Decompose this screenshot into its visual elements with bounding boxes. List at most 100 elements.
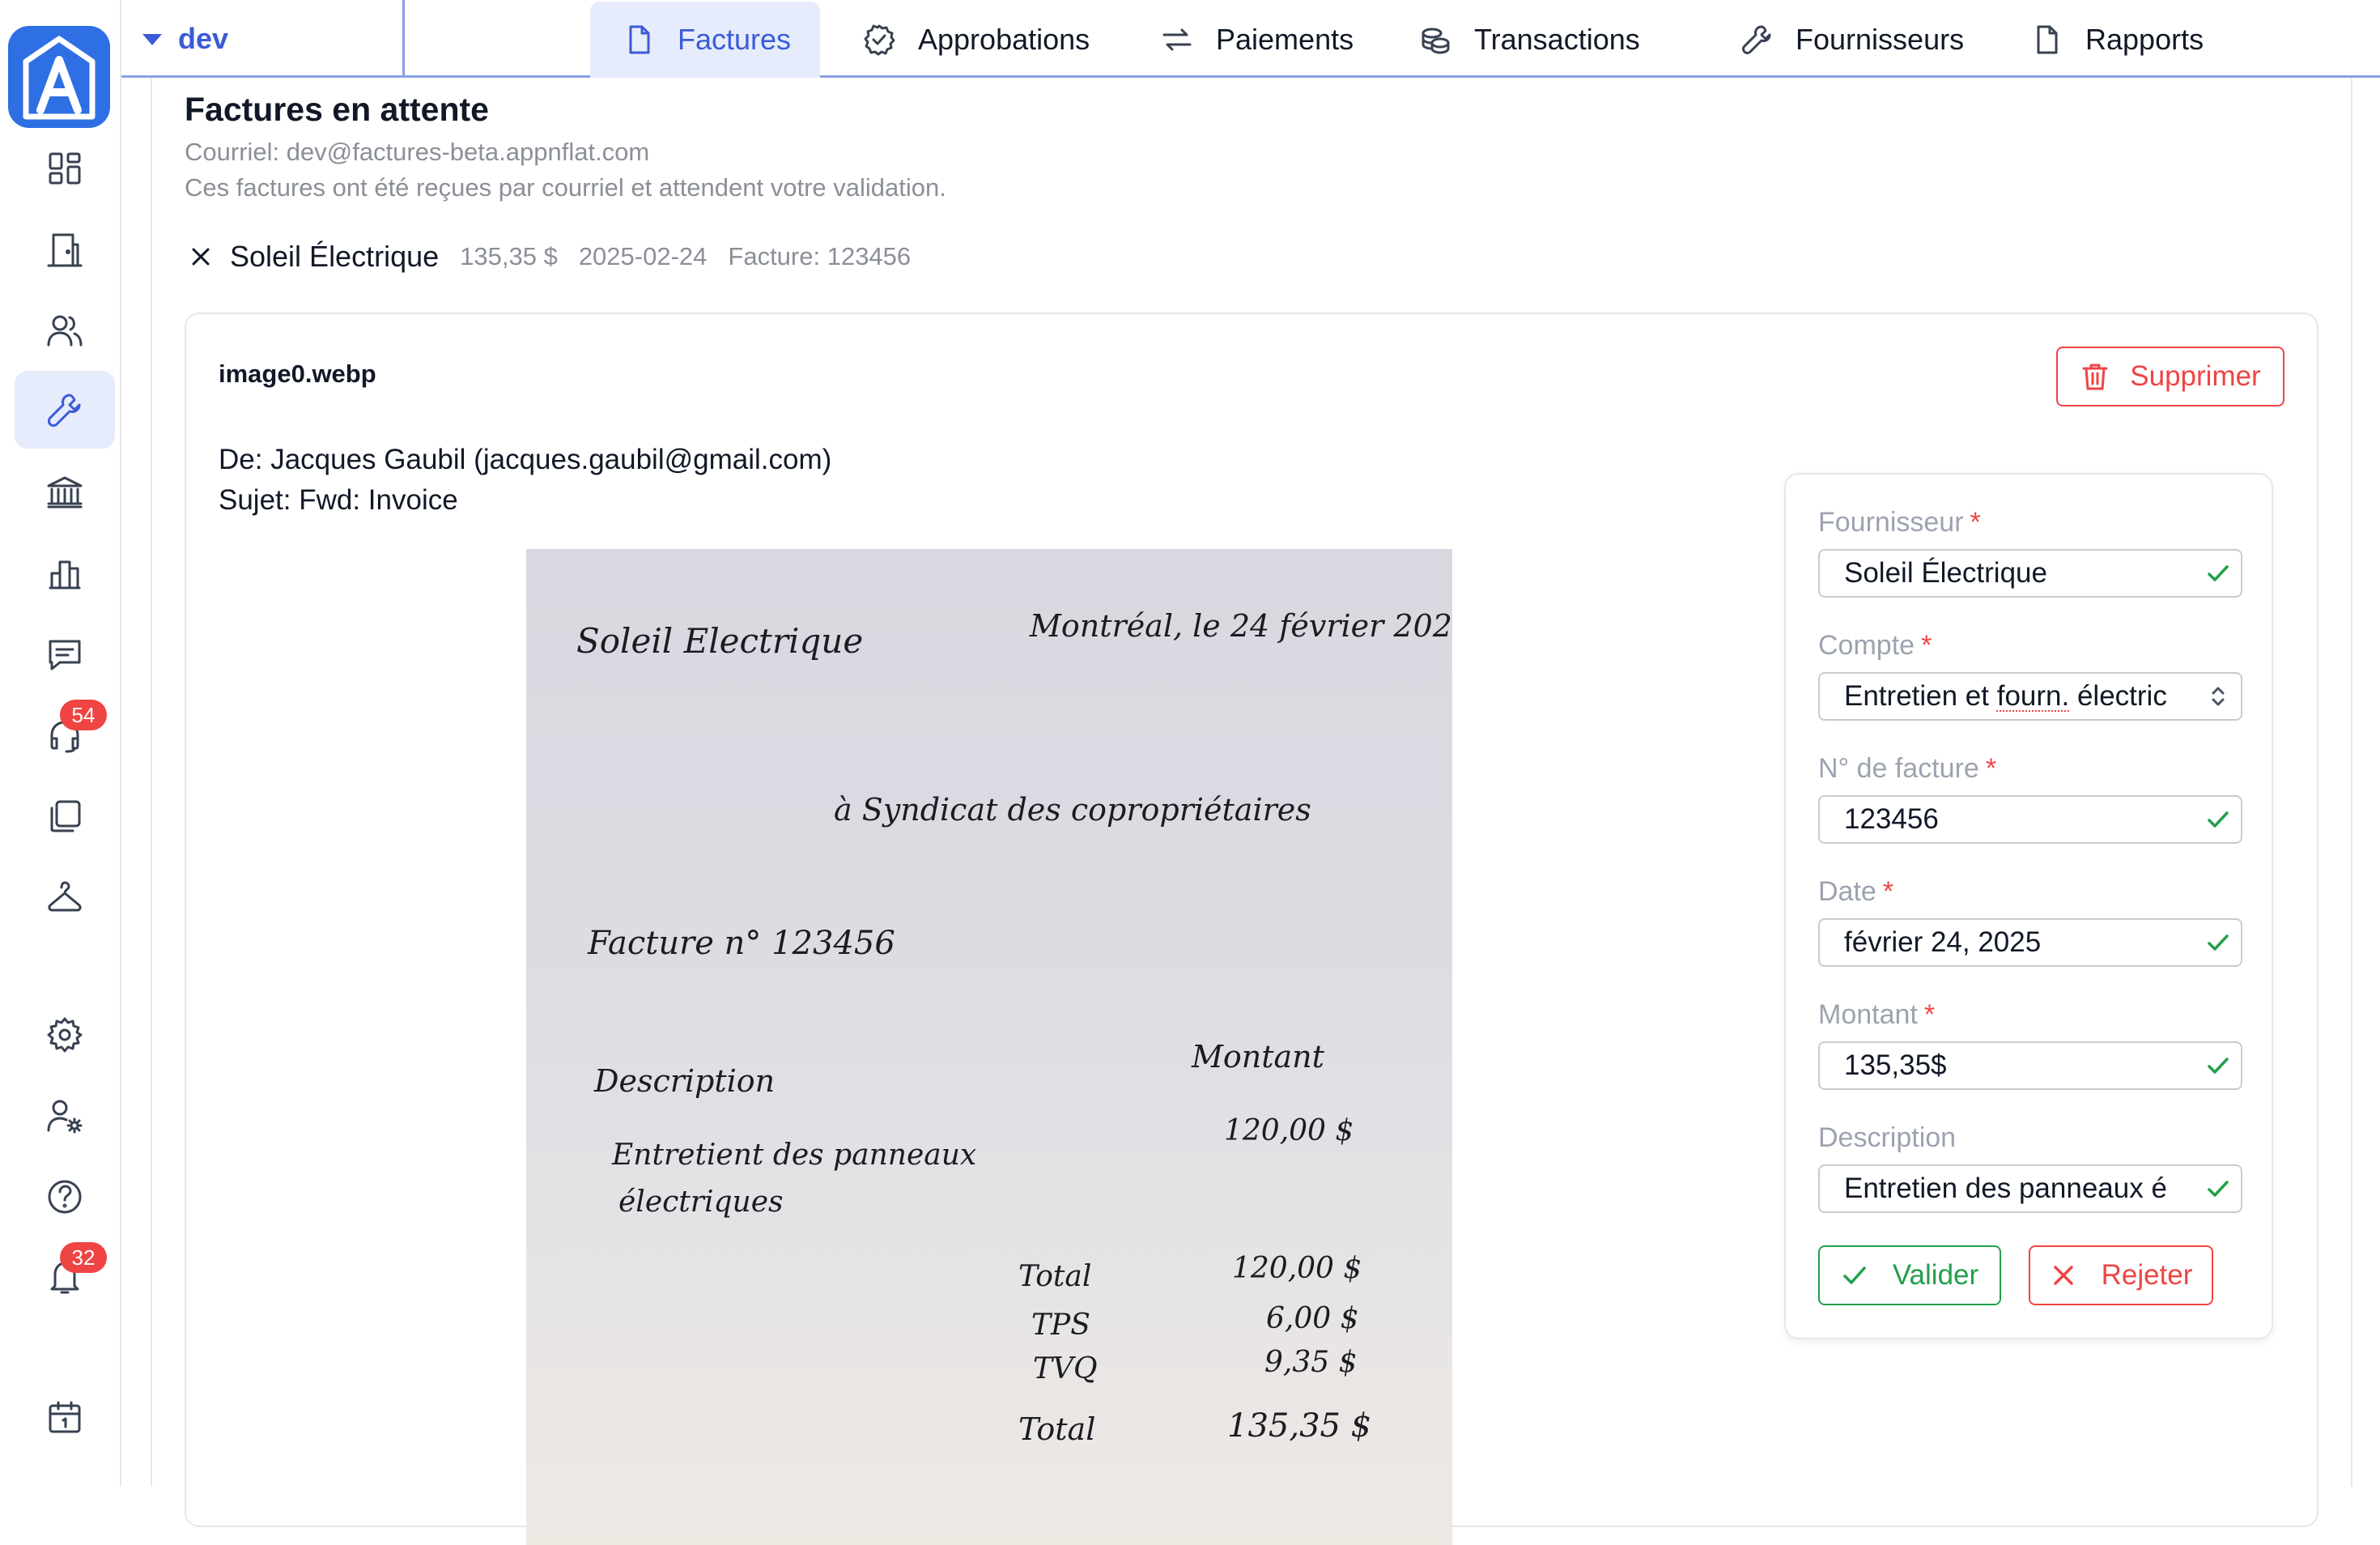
file-icon [2037,25,2058,54]
tab-label: Rapports [2085,23,2204,56]
sidebar-item-settings[interactable] [15,996,115,1074]
tab-approbations[interactable]: Approbations [831,2,1119,78]
scan-line-desc-1: Entretient des panneaux [611,1139,976,1172]
email-subject: Sujet: Fwd: Invoice [219,484,458,516]
tab-paiements[interactable]: Paiements [1128,2,1383,78]
tab-transactions[interactable]: Transactions [1387,2,1669,78]
chip-vendor: Soleil Électrique [230,240,440,273]
numero-field[interactable]: 123456 [1818,795,2242,844]
invoice-card: image0.webp Supprimer De: Jacques Gaubil… [185,313,2318,1545]
invoice-form: Fournisseur * Soleil Électrique Compte * E… [1784,473,2273,1339]
scan-grand-total-value: 135,35 $ [1227,1407,1371,1445]
page-description: Ces factures ont été reçues par courriel… [185,173,946,202]
sidebar-item-reports[interactable] [15,534,115,612]
scan-tvq-value: 9,35 $ [1264,1346,1358,1379]
check-icon [2195,920,2241,965]
delete-label: Supprimer [2130,360,2261,392]
check-icon [2195,1166,2241,1211]
tab-fournisseurs[interactable]: Fournisseurs [1708,2,1993,78]
bank-icon [47,476,83,509]
wrench-icon [48,394,81,427]
x-icon [2053,1266,2073,1285]
page-title: Factures en attente [185,91,489,128]
building-icon [47,233,83,267]
compte-value: Entretien et fourn. électric [1844,680,2167,712]
calendar-icon [49,1401,81,1433]
chip-date: 2025-02-24 [578,242,708,270]
description-field[interactable]: Entretien des panneaux é [1818,1164,2242,1213]
chevron-up-down-icon [2195,674,2241,719]
sidebar-item-account[interactable] [15,1077,115,1155]
validate-button[interactable]: Valider [1818,1245,2001,1305]
date-field[interactable]: février 24, 2025 [1818,918,2242,967]
scan-tps-label: TPS [1031,1309,1090,1342]
help-icon [48,1180,82,1214]
invoice-image: Soleil Electrique Montréal, le 24 févrie… [576,608,1452,1447]
app-logo[interactable] [8,26,110,128]
sidebar-item-help[interactable] [15,1158,115,1236]
scan-grand-total-label: Total [1018,1411,1095,1447]
tab-factures[interactable]: Factures [590,2,821,78]
documents-icon [50,800,81,832]
reject-button[interactable]: Rejeter [2029,1245,2213,1305]
tab-rapports[interactable]: Rapports [1998,2,2233,78]
chip-invoice-number: Facture: 123456 [728,242,912,270]
selected-invoice-chip: Soleil Électrique 135,35 $ 2025-02-24 Fa… [189,236,932,277]
sidebar-item-support[interactable]: 54 [15,696,115,774]
sidebar-item-lost-found[interactable] [15,858,115,936]
dashboard-icon [49,152,81,185]
montant-value: 135,35$ [1844,1049,1947,1081]
tab-label: Transactions [1474,23,1640,56]
scan-total-label: Total [1018,1260,1091,1293]
users-icon [47,315,83,347]
support-badge: 54 [60,700,107,730]
sidebar-item-calendar[interactable] [15,1378,115,1456]
sidebar-item-dashboard[interactable] [15,130,115,207]
sidebar-item-notifications[interactable]: 32 [15,1237,115,1315]
fournisseur-label: Fournisseur * [1818,507,1981,538]
scan-place-date: Montréal, le 24 février 2025 [1029,608,1452,644]
check-icon [1843,1266,1866,1284]
sidebar-item-buildings[interactable] [15,211,115,288]
sidebar-item-documents[interactable] [15,777,115,855]
scan-recipient: à Syndicat des copropriétaires [834,792,1311,828]
scan-invoice-number: Facture n° 123456 [587,925,895,962]
scan-tps-value: 6,00 $ [1266,1302,1359,1335]
org-name: dev [178,22,229,55]
sidebar-item-messages[interactable] [15,615,115,693]
montant-field[interactable]: 135,35$ [1818,1041,2242,1090]
arrows-icon [1162,28,1192,51]
sidebar: 54 32 [0,0,121,1487]
scan-tvq-label: TVQ [1033,1352,1098,1385]
check-icon [2195,797,2241,842]
tab-label: Approbations [918,23,1090,56]
fournisseur-field[interactable]: Soleil Électrique [1818,549,2242,598]
user-settings-icon [47,1100,83,1134]
tab-label: Paiements [1216,23,1354,56]
delete-button[interactable]: Supprimer [2056,347,2284,406]
org-switcher[interactable]: dev [121,0,405,78]
top-bar: dev Factures Approbations Paiements Tran… [121,0,2380,78]
tab-label: Fournisseurs [1796,23,1965,56]
description-label: Description [1818,1122,1957,1153]
invoice-scan: Soleil Electrique Montréal, le 24 févrie… [526,549,1452,1545]
scan-col-description: Description [593,1063,775,1099]
coins-icon [1422,28,1450,54]
fournisseur-value: Soleil Électrique [1844,557,2047,589]
compte-select[interactable]: Entretien et fourn. électric [1818,672,2242,721]
sidebar-item-maintenance[interactable] [15,371,115,449]
notifications-badge: 32 [60,1242,107,1273]
compte-label: Compte * [1818,630,1932,661]
scan-company: Soleil Electrique [576,621,863,661]
check-icon [2195,551,2241,596]
scan-total-value: 120,00 $ [1232,1252,1362,1285]
scan-line-amount: 120,00 $ [1224,1114,1354,1147]
close-icon[interactable] [189,245,212,268]
validate-label: Valider [1892,1259,1979,1291]
description-value: Entretien des panneaux é [1844,1173,2167,1204]
sidebar-item-bank[interactable] [15,453,115,531]
message-icon [49,640,81,670]
bar-chart-icon [49,560,81,589]
caret-down-icon [142,34,162,45]
sidebar-item-users[interactable] [15,292,115,369]
